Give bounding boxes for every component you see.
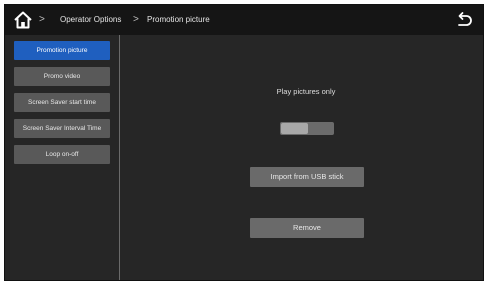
- play-pictures-only-toggle[interactable]: [280, 122, 334, 135]
- back-arrow-icon[interactable]: [455, 11, 473, 29]
- breadcrumb-promotion-picture: Promotion picture: [147, 15, 210, 24]
- sidebar-item-promotion-picture[interactable]: Promotion picture: [14, 41, 110, 60]
- sidebar-item-loop-on-off[interactable]: Loop on-off: [14, 145, 110, 164]
- breadcrumb-separator: >: [133, 14, 139, 25]
- sidebar-item-screen-saver-start-time[interactable]: Screen Saver start time: [14, 93, 110, 112]
- import-from-usb-button[interactable]: Import from USB stick: [250, 167, 364, 187]
- breadcrumb-separator: >: [39, 14, 45, 25]
- sidebar: Promotion picture Promo video Screen Sav…: [5, 35, 120, 280]
- remove-button[interactable]: Remove: [250, 218, 364, 238]
- play-pictures-only-label: Play pictures only: [276, 87, 336, 96]
- app-screen: > Operator Options > Promotion picture P…: [4, 4, 484, 281]
- main-panel: Play pictures only Import from USB stick…: [121, 35, 483, 280]
- home-icon[interactable]: [13, 10, 33, 30]
- breadcrumb-operator-options[interactable]: Operator Options: [60, 14, 121, 26]
- top-bar: > Operator Options > Promotion picture: [5, 5, 483, 35]
- toggle-knob: [281, 123, 308, 134]
- sidebar-item-screen-saver-interval-time[interactable]: Screen Saver Interval Time: [14, 119, 110, 138]
- sidebar-item-promo-video[interactable]: Promo video: [14, 67, 110, 86]
